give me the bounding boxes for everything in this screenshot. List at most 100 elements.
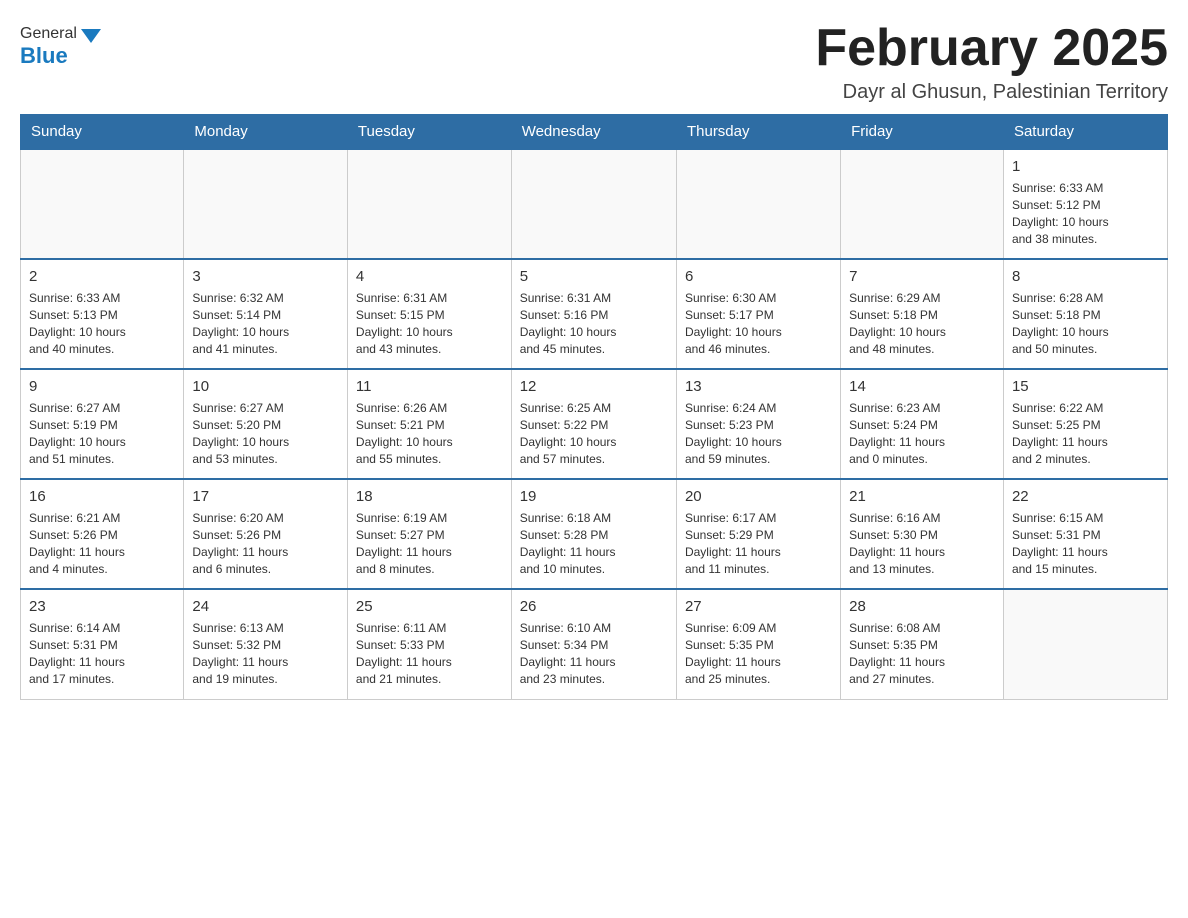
day-info: Sunrise: 6:21 AM Sunset: 5:26 PM Dayligh… — [29, 510, 175, 577]
day-number: 2 — [29, 266, 175, 287]
calendar-cell: 5 Sunrise: 6:31 AM Sunset: 5:16 PM Daylig… — [511, 259, 676, 369]
day-info: Sunrise: 6:33 AM Sunset: 5:13 PM Dayligh… — [29, 290, 175, 357]
day-info: Sunrise: 6:10 AM Sunset: 5:34 PM Dayligh… — [520, 620, 668, 687]
day-number: 24 — [192, 596, 339, 617]
calendar-row-0: 1 Sunrise: 6:33 AM Sunset: 5:12 PM Daylig… — [21, 149, 1168, 259]
calendar-cell: 15 Sunrise: 6:22 AM Sunset: 5:25 PM Dayli… — [1003, 369, 1167, 479]
day-info: Sunrise: 6:32 AM Sunset: 5:14 PM Dayligh… — [192, 290, 339, 357]
day-number: 9 — [29, 376, 175, 397]
location-subtitle: Dayr al Ghusun, Palestinian Territory — [815, 81, 1168, 104]
calendar-cell — [511, 149, 676, 259]
weekday-header-wednesday: Wednesday — [511, 115, 676, 150]
day-info: Sunrise: 6:30 AM Sunset: 5:17 PM Dayligh… — [685, 290, 832, 357]
calendar-cell: 19 Sunrise: 6:18 AM Sunset: 5:28 PM Dayli… — [511, 479, 676, 589]
calendar-cell: 21 Sunrise: 6:16 AM Sunset: 5:30 PM Dayli… — [841, 479, 1004, 589]
day-number: 20 — [685, 486, 832, 507]
day-number: 23 — [29, 596, 175, 617]
calendar-cell: 10Sunrise: 6:27 AM Sunset: 5:20 PM Dayli… — [184, 369, 348, 479]
day-number: 19 — [520, 486, 668, 507]
day-info: Sunrise: 6:27 AM Sunset: 5:20 PM Dayligh… — [192, 400, 339, 467]
logo-general-text: General — [20, 25, 77, 43]
page-header: General Blue February 2025 Dayr al Ghusu… — [20, 20, 1168, 104]
day-info: Sunrise: 6:19 AM Sunset: 5:27 PM Dayligh… — [356, 510, 503, 577]
day-info: Sunrise: 6:14 AM Sunset: 5:31 PM Dayligh… — [29, 620, 175, 687]
calendar-cell — [184, 149, 348, 259]
day-number: 11 — [356, 376, 503, 397]
day-number: 13 — [685, 376, 832, 397]
day-number: 17 — [192, 486, 339, 507]
day-info: Sunrise: 6:16 AM Sunset: 5:30 PM Dayligh… — [849, 510, 995, 577]
month-title: February 2025 — [815, 20, 1168, 77]
calendar-cell: 26Sunrise: 6:10 AM Sunset: 5:34 PM Dayli… — [511, 589, 676, 699]
calendar-cell: 27Sunrise: 6:09 AM Sunset: 5:35 PM Dayli… — [676, 589, 840, 699]
day-number: 28 — [849, 596, 995, 617]
weekday-header-saturday: Saturday — [1003, 115, 1167, 150]
calendar-table: SundayMondayTuesdayWednesdayThursdayFrid… — [20, 114, 1168, 700]
day-number: 16 — [29, 486, 175, 507]
weekday-header-monday: Monday — [184, 115, 348, 150]
day-info: Sunrise: 6:31 AM Sunset: 5:15 PM Dayligh… — [356, 290, 503, 357]
calendar-row-3: 16 Sunrise: 6:21 AM Sunset: 5:26 PM Dayli… — [21, 479, 1168, 589]
weekday-header-thursday: Thursday — [676, 115, 840, 150]
calendar-cell: 7 Sunrise: 6:29 AM Sunset: 5:18 PM Daylig… — [841, 259, 1004, 369]
day-info: Sunrise: 6:11 AM Sunset: 5:33 PM Dayligh… — [356, 620, 503, 687]
calendar-cell — [676, 149, 840, 259]
weekday-header-sunday: Sunday — [21, 115, 184, 150]
calendar-cell — [21, 149, 184, 259]
day-info: Sunrise: 6:26 AM Sunset: 5:21 PM Dayligh… — [356, 400, 503, 467]
calendar-cell: 14 Sunrise: 6:23 AM Sunset: 5:24 PM Dayli… — [841, 369, 1004, 479]
day-info: Sunrise: 6:29 AM Sunset: 5:18 PM Dayligh… — [849, 290, 995, 357]
logo-blue-text: Blue — [20, 43, 68, 69]
day-info: Sunrise: 6:09 AM Sunset: 5:35 PM Dayligh… — [685, 620, 832, 687]
day-number: 5 — [520, 266, 668, 287]
calendar-cell: 6 Sunrise: 6:30 AM Sunset: 5:17 PM Daylig… — [676, 259, 840, 369]
day-info: Sunrise: 6:24 AM Sunset: 5:23 PM Dayligh… — [685, 400, 832, 467]
calendar-row-2: 9 Sunrise: 6:27 AM Sunset: 5:19 PM Daylig… — [21, 369, 1168, 479]
title-section: February 2025 Dayr al Ghusun, Palestinia… — [815, 20, 1168, 104]
day-number: 21 — [849, 486, 995, 507]
calendar-cell: 22Sunrise: 6:15 AM Sunset: 5:31 PM Dayli… — [1003, 479, 1167, 589]
calendar-cell: 8 Sunrise: 6:28 AM Sunset: 5:18 PM Daylig… — [1003, 259, 1167, 369]
day-number: 14 — [849, 376, 995, 397]
calendar-cell — [841, 149, 1004, 259]
day-number: 1 — [1012, 156, 1159, 177]
calendar-cell: 1 Sunrise: 6:33 AM Sunset: 5:12 PM Daylig… — [1003, 149, 1167, 259]
calendar-cell: 25 Sunrise: 6:11 AM Sunset: 5:33 PM Dayli… — [347, 589, 511, 699]
day-info: Sunrise: 6:28 AM Sunset: 5:18 PM Dayligh… — [1012, 290, 1159, 357]
day-info: Sunrise: 6:13 AM Sunset: 5:32 PM Dayligh… — [192, 620, 339, 687]
calendar-cell: 20 Sunrise: 6:17 AM Sunset: 5:29 PM Dayli… — [676, 479, 840, 589]
calendar-cell: 16 Sunrise: 6:21 AM Sunset: 5:26 PM Dayli… — [21, 479, 184, 589]
day-info: Sunrise: 6:31 AM Sunset: 5:16 PM Dayligh… — [520, 290, 668, 357]
calendar-cell: 24 Sunrise: 6:13 AM Sunset: 5:32 PM Dayli… — [184, 589, 348, 699]
calendar-cell: 17 Sunrise: 6:20 AM Sunset: 5:26 PM Dayli… — [184, 479, 348, 589]
day-number: 7 — [849, 266, 995, 287]
calendar-header-row: SundayMondayTuesdayWednesdayThursdayFrid… — [21, 115, 1168, 150]
logo: General Blue — [20, 20, 101, 69]
day-info: Sunrise: 6:18 AM Sunset: 5:28 PM Dayligh… — [520, 510, 668, 577]
calendar-cell — [347, 149, 511, 259]
calendar-cell — [1003, 589, 1167, 699]
calendar-cell: 4Sunrise: 6:31 AM Sunset: 5:15 PM Daylig… — [347, 259, 511, 369]
calendar-cell: 28 Sunrise: 6:08 AM Sunset: 5:35 PM Dayli… — [841, 589, 1004, 699]
weekday-header-friday: Friday — [841, 115, 1004, 150]
day-info: Sunrise: 6:20 AM Sunset: 5:26 PM Dayligh… — [192, 510, 339, 577]
day-info: Sunrise: 6:17 AM Sunset: 5:29 PM Dayligh… — [685, 510, 832, 577]
day-number: 12 — [520, 376, 668, 397]
calendar-cell: 18 Sunrise: 6:19 AM Sunset: 5:27 PM Dayli… — [347, 479, 511, 589]
day-number: 6 — [685, 266, 832, 287]
day-number: 18 — [356, 486, 503, 507]
calendar-cell: 9 Sunrise: 6:27 AM Sunset: 5:19 PM Daylig… — [21, 369, 184, 479]
weekday-header-tuesday: Tuesday — [347, 115, 511, 150]
calendar-cell: 2 Sunrise: 6:33 AM Sunset: 5:13 PM Daylig… — [21, 259, 184, 369]
day-info: Sunrise: 6:33 AM Sunset: 5:12 PM Dayligh… — [1012, 180, 1159, 247]
calendar-row-1: 2 Sunrise: 6:33 AM Sunset: 5:13 PM Daylig… — [21, 259, 1168, 369]
day-number: 15 — [1012, 376, 1159, 397]
day-number: 25 — [356, 596, 503, 617]
day-info: Sunrise: 6:08 AM Sunset: 5:35 PM Dayligh… — [849, 620, 995, 687]
day-info: Sunrise: 6:23 AM Sunset: 5:24 PM Dayligh… — [849, 400, 995, 467]
calendar-cell: 3Sunrise: 6:32 AM Sunset: 5:14 PM Daylig… — [184, 259, 348, 369]
logo-arrow-icon — [81, 29, 101, 43]
day-info: Sunrise: 6:27 AM Sunset: 5:19 PM Dayligh… — [29, 400, 175, 467]
day-info: Sunrise: 6:22 AM Sunset: 5:25 PM Dayligh… — [1012, 400, 1159, 467]
day-number: 8 — [1012, 266, 1159, 287]
